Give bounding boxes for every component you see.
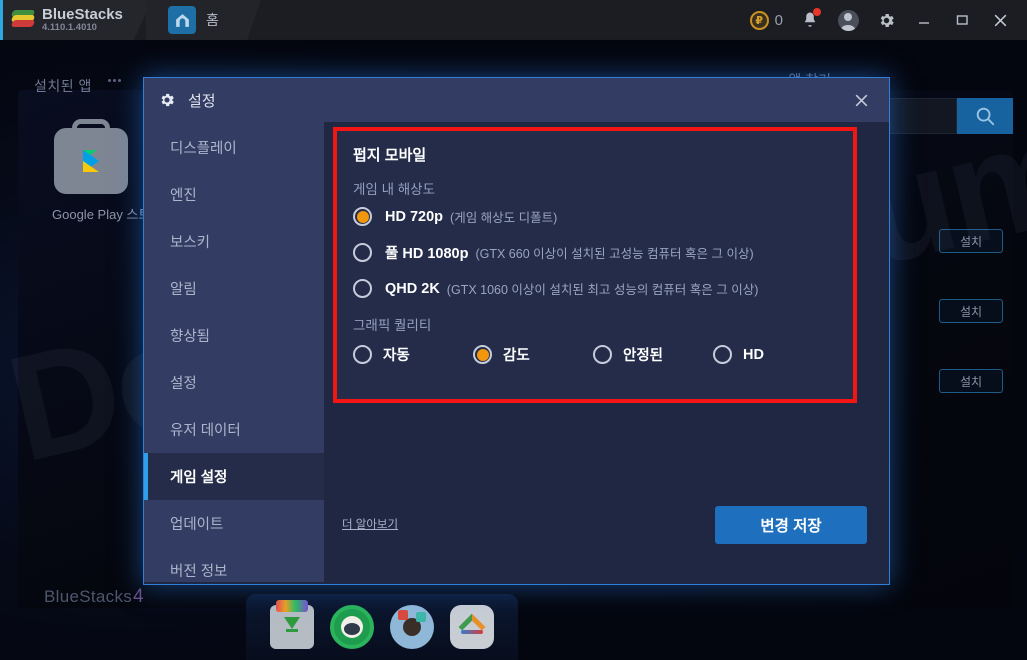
radio-button[interactable] — [713, 345, 732, 364]
brand-version: 4.110.1.4010 — [42, 21, 97, 33]
sidebar-item-label: 버전 정보 — [170, 564, 228, 580]
tab-home[interactable]: 홈 — [146, 0, 261, 40]
notification-badge — [813, 8, 821, 16]
resolution-option-hd720p[interactable]: HD 720p (게임 해상도 디폴트) — [353, 207, 837, 226]
resolution-option-qhd2k[interactable]: QHD 2K (GTX 1060 이상이 설치된 최고 성능의 컴퓨터 혹은 그… — [353, 279, 837, 298]
sidebar-item-label: 설정 — [170, 376, 197, 392]
taskbar — [246, 594, 518, 660]
resolution-option-sublabel: (게임 해상도 디폴트) — [450, 211, 558, 225]
app-tile-label: Google Play 스토어 — [52, 207, 163, 222]
resolution-option-sublabel: (GTX 1060 이상이 설치된 최고 성능의 컴퓨터 혹은 그 이상) — [446, 283, 759, 297]
learn-more-link[interactable]: 더 알아보기 — [342, 516, 398, 532]
sidebar-item-user-data[interactable]: 유저 데이터 — [144, 406, 324, 453]
downloads-icon[interactable] — [270, 600, 314, 649]
quality-option-hd[interactable]: HD — [713, 345, 833, 364]
sidebar-item-enhanced[interactable]: 향상됨 — [144, 312, 324, 359]
quality-section-label: 그래픽 퀄리티 — [353, 318, 432, 333]
app-root: 설치된 앱 Google Play 스토어 앱 찾기 설치 설치 설치 Blue… — [0, 0, 1027, 660]
sidebar-item-label: 게임 설정 — [170, 470, 228, 486]
radio-button[interactable] — [473, 345, 492, 364]
install-button[interactable]: 설치 — [939, 299, 1003, 323]
notification-bell-icon[interactable] — [793, 0, 827, 40]
sidebar-item-display[interactable]: 디스플레이 — [144, 124, 324, 171]
game-title: 펍지 모바일 — [353, 147, 427, 164]
sidebar-item-game-settings[interactable]: 게임 설정 — [144, 453, 324, 500]
app-tile-google-play[interactable]: Google Play 스토어 — [52, 128, 163, 223]
settings-panel: 펍지 모바일 게임 내 해상도 HD 720p (게임 해상도 디폴트) 풀 H… — [324, 122, 889, 586]
bluestacks-footer-logo: BlueStacks4 — [44, 586, 144, 608]
accent-stripe — [0, 0, 3, 40]
window-title-bar: BlueStacks 4.110.1.4010 홈 ₽ 0 — [0, 0, 1027, 40]
sidebar-item-boss-key[interactable]: 보스키 — [144, 218, 324, 265]
resolution-option-label: 풀 HD 1080p — [385, 246, 469, 262]
save-changes-button[interactable]: 변경 저장 — [715, 506, 867, 544]
quality-option-smooth[interactable]: 감도 — [473, 344, 593, 365]
settings-dialog-header: 설정 — [144, 78, 889, 122]
sidebar-item-label: 보스키 — [170, 235, 211, 251]
bluestacks-logo-icon — [10, 10, 36, 30]
close-icon[interactable] — [847, 86, 875, 114]
quality-option-auto[interactable]: 자동 — [353, 344, 473, 365]
radio-button[interactable] — [353, 207, 372, 226]
install-button[interactable]: 설치 — [939, 369, 1003, 393]
brand-zone: BlueStacks 4.110.1.4010 — [0, 0, 152, 40]
search-icon[interactable] — [957, 98, 1013, 134]
bluestacks-cafe-icon[interactable] — [330, 605, 374, 649]
points-coin-icon: ₽ — [749, 10, 769, 30]
sidebar-item-preferences[interactable]: 설정 — [144, 359, 324, 406]
sidebar-item-notifications[interactable]: 알림 — [144, 265, 324, 312]
quality-options-row: 자동 감도 안정된 HD — [353, 344, 837, 365]
profile-app-icon[interactable] — [390, 605, 434, 649]
quality-option-balanced[interactable]: 안정된 — [593, 344, 713, 365]
footer-logo-version: 4 — [133, 586, 144, 607]
radio-button[interactable] — [353, 243, 372, 262]
resolution-section-label: 게임 내 해상도 — [353, 182, 436, 197]
maximize-icon[interactable] — [945, 0, 979, 40]
more-options-icon[interactable] — [108, 79, 121, 82]
minimize-icon[interactable] — [907, 0, 941, 40]
bluestacks-app-icon[interactable] — [450, 605, 494, 649]
sidebar-item-label: 디스플레이 — [170, 141, 237, 157]
quality-option-label: 안정된 — [623, 348, 664, 364]
quality-option-label: 자동 — [383, 348, 410, 364]
sidebar-item-update[interactable]: 업데이트 — [144, 500, 324, 547]
close-icon[interactable] — [983, 0, 1017, 40]
sidebar-item-label: 업데이트 — [170, 517, 224, 533]
resolution-option-label: QHD 2K — [385, 280, 440, 297]
radio-button[interactable] — [593, 345, 612, 364]
resolution-option-label: HD 720p — [385, 208, 444, 225]
footer-logo-text: BlueStacks — [44, 587, 133, 606]
points-indicator[interactable]: ₽ 0 — [749, 10, 783, 30]
google-play-store-icon — [54, 128, 128, 194]
sidebar-item-engine[interactable]: 엔진 — [144, 171, 324, 218]
points-count: 0 — [774, 11, 783, 29]
settings-dialog-body: 디스플레이 엔진 보스키 알림 향상됨 설정 유저 데이터 게임 설정 업데이트… — [144, 122, 889, 586]
user-avatar-icon[interactable] — [831, 0, 865, 40]
install-button[interactable]: 설치 — [939, 229, 1003, 253]
radio-button[interactable] — [353, 345, 372, 364]
installed-apps-label: 설치된 앱 — [34, 78, 92, 94]
tab-home-label: 홈 — [206, 12, 219, 28]
settings-sidebar: 디스플레이 엔진 보스키 알림 향상됨 설정 유저 데이터 게임 설정 업데이트… — [144, 122, 324, 582]
resolution-option-sublabel: (GTX 660 이상이 설치된 고성능 컴퓨터 혹은 그 이상) — [475, 247, 754, 261]
settings-dialog: 설정 디스플레이 엔진 보스키 알림 향상됨 설정 유저 데이터 게임 설정 업… — [143, 77, 890, 585]
sidebar-item-label: 엔진 — [170, 188, 197, 204]
radio-button[interactable] — [353, 279, 372, 298]
settings-dialog-title: 설정 — [188, 92, 216, 110]
sidebar-item-label: 알림 — [170, 282, 197, 298]
game-settings-highlight-box: 펍지 모바일 게임 내 해상도 HD 720p (게임 해상도 디폴트) 풀 H… — [333, 127, 857, 403]
gear-icon — [158, 91, 176, 109]
brand-name: BlueStacks — [42, 6, 123, 24]
sidebar-item-label: 향상됨 — [170, 329, 211, 345]
sidebar-item-label: 유저 데이터 — [170, 423, 241, 439]
gear-icon[interactable] — [869, 0, 903, 40]
sidebar-item-about[interactable]: 버전 정보 — [144, 547, 324, 594]
home-icon — [168, 6, 196, 34]
resolution-option-fullhd1080p[interactable]: 풀 HD 1080p (GTX 660 이상이 설치된 고성능 컴퓨터 혹은 그… — [353, 242, 837, 263]
quality-option-label: 감도 — [503, 348, 530, 364]
quality-option-label: HD — [743, 346, 764, 363]
window-controls: ₽ 0 — [749, 0, 1027, 40]
